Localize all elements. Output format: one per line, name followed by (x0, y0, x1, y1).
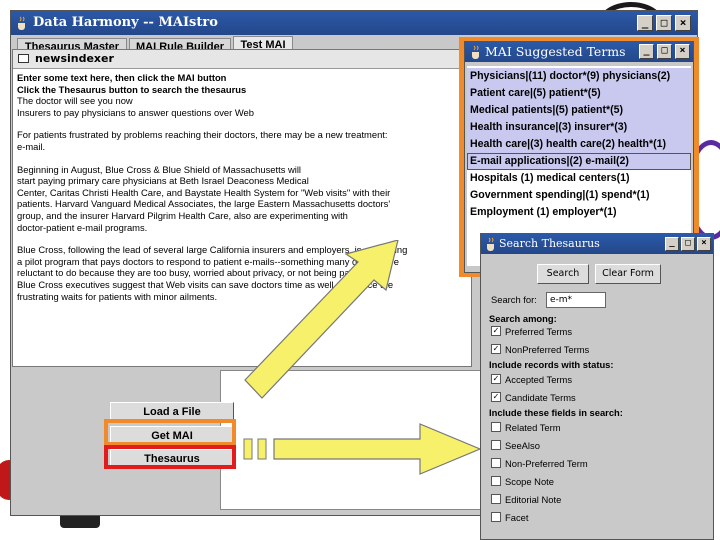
java-cup-icon (472, 45, 479, 59)
java-cup-icon (487, 237, 494, 251)
maximize-icon[interactable]: □ (657, 44, 672, 59)
list-item[interactable]: Physicians|(11) doctor*(9) physicians(2) (467, 68, 691, 85)
maximize-icon[interactable]: □ (681, 237, 695, 251)
close-icon[interactable]: × (697, 237, 711, 251)
checkbox-label: NonPreferred Terms (505, 344, 590, 355)
search-thesaurus-window: Search Thesaurus _ □ × Search Clear Form… (480, 233, 714, 540)
candidate-terms-checkbox[interactable]: ✓ (491, 392, 501, 402)
list-item[interactable]: Government spending|(1) spend*(1) (467, 187, 691, 204)
close-icon[interactable]: × (675, 44, 690, 59)
article-paragraph: Beginning in August, Blue Cross & Blue S… (17, 163, 391, 233)
search-titlebar[interactable]: Search Thesaurus _ □ × (481, 234, 713, 254)
nonpreferred-terms-checkbox[interactable]: ✓ (491, 344, 501, 354)
get-mai-highlight (104, 419, 236, 446)
checkbox-label: Related Term (505, 422, 561, 433)
article-paragraph: For patients frustrated by problems reac… (17, 129, 388, 152)
minimize-icon[interactable]: _ (639, 44, 654, 59)
list-item[interactable]: Health care|(3) health care(2) health*(1… (467, 136, 691, 153)
arrow-dash (257, 438, 267, 460)
fields-label: Include these fields in search: (489, 407, 623, 418)
non-preferred-term-checkbox[interactable] (491, 458, 501, 468)
list-item[interactable]: Patient care|(5) patient*(5) (467, 85, 691, 102)
instruction-line: Enter some text here, then click the MAI… (17, 72, 227, 83)
status-label: Include records with status: (489, 359, 614, 370)
search-window-title: Search Thesaurus (499, 237, 600, 250)
minimize-icon[interactable]: _ (665, 237, 679, 251)
main-window-title: Data Harmony -- MAIstro (33, 15, 218, 30)
arrow-right (273, 423, 482, 475)
checkbox-label: Non-Preferred Term (505, 458, 588, 469)
list-item[interactable]: Employment (1) employer*(1) (467, 204, 691, 221)
related-term-checkbox[interactable] (491, 422, 501, 432)
checkbox-label: Scope Note (505, 476, 554, 487)
accepted-terms-checkbox[interactable]: ✓ (491, 374, 501, 384)
mai-window-title: MAI Suggested Terms (485, 44, 626, 59)
checkbox-label: Accepted Terms (505, 374, 573, 385)
editorial-note-checkbox[interactable] (491, 494, 501, 504)
clear-form-button[interactable]: Clear Form (595, 264, 661, 284)
checkbox-label: Facet (505, 512, 529, 523)
maximize-icon[interactable]: □ (656, 15, 672, 31)
window-icon (18, 54, 29, 63)
java-cup-icon (18, 16, 25, 30)
checkbox-label: Preferred Terms (505, 326, 573, 337)
checkbox-label: Candidate Terms (505, 392, 576, 403)
thesaurus-highlight (104, 445, 236, 469)
arrow-dash (243, 438, 253, 460)
arrow-up-right (244, 240, 399, 399)
checkbox-label: SeeAlso (505, 440, 540, 451)
close-icon[interactable]: × (675, 15, 691, 31)
scope-note-checkbox[interactable] (491, 476, 501, 486)
preferred-terms-checkbox[interactable]: ✓ (491, 326, 501, 336)
search-among-label: Search among: (489, 313, 557, 324)
mai-titlebar[interactable]: MAI Suggested Terms _ □ × (465, 42, 693, 62)
minimize-icon[interactable]: _ (637, 15, 653, 31)
search-button[interactable]: Search (537, 264, 589, 284)
list-item[interactable]: E-mail applications|(2) e-mail(2) (467, 153, 691, 170)
search-input[interactable]: e-m* (546, 292, 606, 308)
facet-checkbox[interactable] (491, 512, 501, 522)
seealso-checkbox[interactable] (491, 440, 501, 450)
instruction-line: Click the Thesaurus button to search the… (17, 83, 247, 95)
doc-window-title: newsindexer (35, 52, 114, 65)
doc-titlebar[interactable]: newsindexer (13, 50, 471, 69)
search-for-label: Search for: (491, 294, 537, 305)
list-item[interactable]: Hospitals (1) medical centers(1) (467, 170, 691, 187)
list-item[interactable]: Medical patients|(5) patient*(5) (467, 102, 691, 119)
list-item[interactable]: Health insurance|(3) insurer*(3) (467, 119, 691, 136)
main-titlebar[interactable]: Data Harmony -- MAIstro _ □ × (11, 11, 697, 35)
article-paragraph: The doctor will see you now Insurers to … (17, 95, 254, 118)
checkbox-label: Editorial Note (505, 494, 562, 505)
